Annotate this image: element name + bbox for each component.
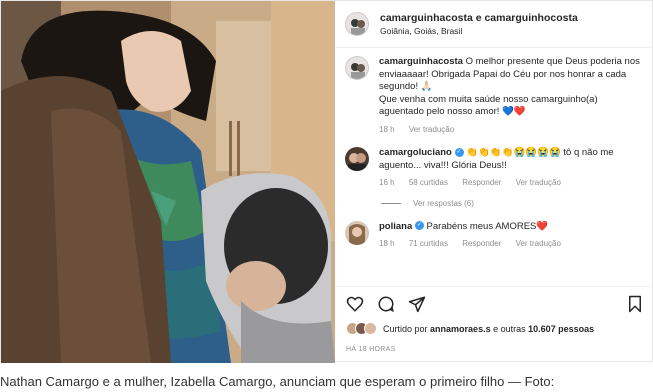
replies-divider: [381, 202, 401, 204]
instagram-post: camarguinhacosta e camarguinhocosta Goiâ…: [0, 0, 653, 363]
caption-username[interactable]: camarguinhacosta: [379, 56, 463, 67]
translate-link[interactable]: Ver tradução: [516, 178, 561, 187]
view-replies-label: Ver respostas (6): [413, 198, 474, 208]
comment-text: Parabéns meus AMORES❤️: [426, 220, 549, 232]
caption-time[interactable]: 18 h: [379, 125, 395, 134]
photo-illustration: [1, 1, 335, 363]
post-side-panel: camarguinhacosta e camarguinhocosta Goiâ…: [336, 1, 653, 363]
action-bar: [336, 286, 653, 320]
likes-count[interactable]: 10.607 pessoas: [528, 324, 594, 334]
avatar-image: [351, 63, 365, 79]
comment-likes[interactable]: 71 curtidas: [409, 239, 448, 248]
liker-avatar[interactable]: [364, 322, 377, 335]
comment-item: poliana ✓ Parabéns meus AMORES❤️ 18 h 71…: [336, 220, 653, 251]
commenter-avatar[interactable]: [345, 220, 369, 245]
comment-item: camargoluciano ✓ 👏👏👏👏😭😭😭😭 tô q não me ag…: [336, 147, 653, 190]
post-photo[interactable]: [1, 1, 335, 363]
avatar-image: [348, 153, 366, 171]
post-location[interactable]: Goiânia, Goiás, Brasil: [380, 26, 578, 36]
post-timestamp[interactable]: HÁ 18 HORAS: [346, 346, 396, 353]
comment-icon[interactable]: [375, 293, 397, 315]
likes-summary: Curtido por annamoraes.s e outras 10.607…: [346, 322, 594, 335]
liker-avatars: [346, 322, 377, 335]
heart-icon[interactable]: [344, 293, 366, 315]
comment-username[interactable]: poliana: [379, 221, 412, 232]
comment-time[interactable]: 18 h: [379, 239, 395, 248]
comment-username[interactable]: camargoluciano: [379, 147, 452, 158]
avatar-image: [351, 19, 365, 35]
liker-username[interactable]: annamoraes.s: [430, 324, 491, 334]
likes-prefix: Curtido por: [383, 323, 428, 334]
caption-avatar[interactable]: [345, 56, 369, 80]
caption-translate[interactable]: Ver tradução: [409, 125, 454, 134]
verified-badge-icon: ✓: [414, 221, 424, 231]
reply-button[interactable]: Responder: [462, 239, 501, 248]
view-replies-button[interactable]: Ver respostas (6): [381, 199, 653, 208]
comment-time[interactable]: 16 h: [379, 178, 395, 187]
post-caption: camarguinhacosta O melhor presente que D…: [336, 56, 653, 136]
caption-text-2: Que venha com muita saúde nosso camargui…: [379, 93, 598, 118]
article-photo-caption: Nathan Camargo e a mulher, Izabella Cama…: [0, 374, 555, 389]
bookmark-icon[interactable]: [624, 293, 646, 315]
post-header: camarguinhacosta e camarguinhocosta Goiâ…: [336, 1, 653, 48]
reply-button[interactable]: Responder: [462, 178, 501, 187]
comments-section: camarguinhacosta O melhor presente que D…: [336, 56, 653, 251]
share-icon[interactable]: [406, 293, 428, 315]
comment-likes[interactable]: 58 curtidas: [409, 178, 448, 187]
likes-suffix: e outras: [493, 323, 526, 334]
commenter-avatar[interactable]: [345, 147, 369, 171]
translate-link[interactable]: Ver tradução: [516, 239, 561, 248]
post-author[interactable]: camarguinhacosta e camarguinhocosta: [380, 12, 578, 24]
account-avatar[interactable]: [345, 12, 369, 36]
avatar-image: [349, 223, 365, 245]
verified-badge-icon: ✓: [454, 147, 464, 157]
